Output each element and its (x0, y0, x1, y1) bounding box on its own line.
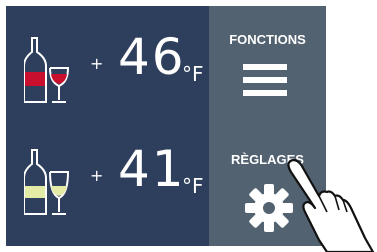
hamburger-icon[interactable] (243, 62, 287, 98)
red-wine-zone[interactable]: + 46 °F (6, 12, 209, 122)
temperature-panel: + 46 °F + 41 °F (6, 6, 209, 246)
temperature-value: 41 (118, 140, 186, 198)
temperature-plus: + (90, 54, 104, 73)
control-screen: + 46 °F + 41 °F FONCTIONS RÈGLAGES (0, 0, 377, 252)
temperature-unit: °F (182, 174, 204, 198)
white-wine-zone[interactable]: + 41 °F (6, 124, 209, 234)
red-wine-icon (24, 37, 70, 103)
pointing-hand-icon (287, 158, 375, 252)
functions-button[interactable]: FONCTIONS (209, 32, 326, 47)
temperature-value: 46 (118, 28, 186, 86)
white-wine-icon (24, 149, 70, 215)
temperature-plus: + (90, 166, 104, 185)
temperature-unit: °F (182, 62, 204, 86)
functions-label: FONCTIONS (229, 32, 306, 47)
